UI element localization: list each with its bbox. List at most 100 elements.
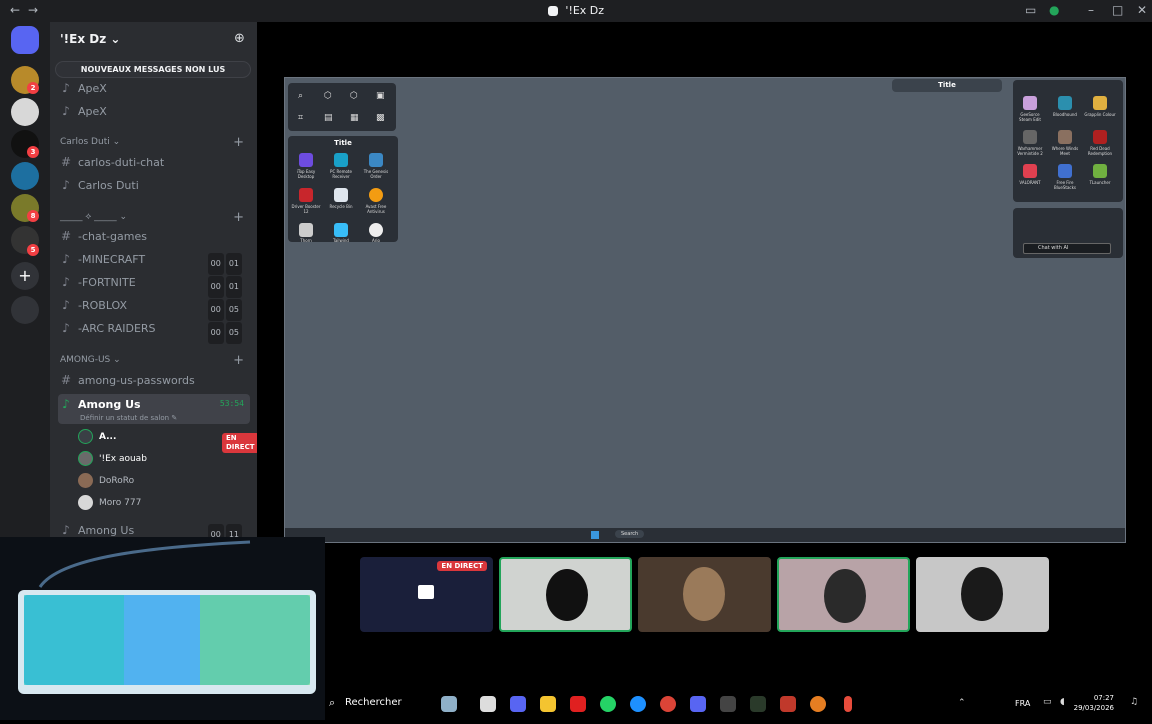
discord-icon[interactable]	[510, 696, 526, 712]
add-server-icon[interactable]: +	[11, 262, 39, 290]
chat-ai-input[interactable]: Chat with AI	[1023, 243, 1111, 254]
cube-icon[interactable]: ⬡	[324, 91, 332, 101]
app-icon[interactable]	[1023, 96, 1037, 110]
app-icon[interactable]	[1023, 164, 1037, 178]
server-icon	[547, 6, 558, 16]
voice-user[interactable]: Moro 777	[78, 494, 248, 512]
app-icon[interactable]	[1023, 130, 1037, 144]
chevron-up-icon[interactable]: ⌃	[958, 698, 966, 708]
maximize-icon[interactable]: □	[1112, 3, 1123, 17]
voice-channel[interactable]: ♪ -ARC RAIDERS 00 05	[58, 318, 250, 344]
search-icon[interactable]: ⌕	[298, 91, 303, 101]
voice-user[interactable]: A... EN DIRECT	[78, 428, 257, 453]
app-icon[interactable]	[369, 153, 383, 167]
taskbar-search[interactable]: Rechercher	[345, 697, 402, 708]
voice-user[interactable]: DoRoRo	[78, 472, 248, 490]
minimize-icon[interactable]: –	[1088, 3, 1094, 17]
app-icon[interactable]	[1093, 130, 1107, 144]
server-icon-2[interactable]	[11, 98, 39, 126]
add-channel-icon[interactable]: +	[233, 353, 244, 368]
app-icon[interactable]	[299, 223, 313, 237]
category-carlos[interactable]: Carlos Duti ⌄ +	[60, 135, 250, 150]
category-games[interactable]: _____ ⟡ _____ ⌄ +	[60, 210, 250, 225]
folder-icon[interactable]: ▣	[376, 91, 385, 101]
remote-search[interactable]: Search	[615, 530, 645, 538]
grid-icon[interactable]: ▩	[376, 113, 385, 123]
widget-icon[interactable]	[441, 696, 457, 712]
voice-channel[interactable]: ♪ Carlos Duti	[58, 175, 250, 195]
microphone-icon[interactable]	[844, 696, 852, 712]
voice-channel[interactable]: ♪ ApeX	[58, 78, 250, 98]
screen-share-view[interactable]: ⌕ ⬡ ⬡ ▣ ⌗ ▤ ▦ ▩ Title iTop Easy Desktop …	[284, 77, 1126, 543]
inbox-icon[interactable]: ▭	[1025, 3, 1036, 17]
add-channel-icon[interactable]: +	[233, 135, 244, 150]
chrome-icon[interactable]	[660, 696, 676, 712]
language-indicator[interactable]: FRA	[1015, 699, 1030, 708]
avatar	[78, 495, 93, 510]
invite-icon[interactable]: ⊕	[234, 31, 245, 46]
app-label: iTop Easy Desktop	[296, 169, 316, 179]
add-channel-icon[interactable]: +	[233, 210, 244, 225]
whatsapp-icon[interactable]	[600, 696, 616, 712]
document-icon[interactable]: ▤	[324, 113, 333, 123]
app-icon[interactable]	[369, 188, 383, 202]
text-channel[interactable]: # -chat-games	[58, 226, 250, 246]
app-icon[interactable]	[299, 188, 313, 202]
task-view-icon[interactable]	[480, 696, 496, 712]
app-icon[interactable]	[1058, 164, 1072, 178]
app-icon[interactable]	[1058, 130, 1072, 144]
help-icon[interactable]: ●	[1049, 3, 1059, 17]
window-title: '!Ex Dz	[565, 4, 605, 17]
discover-icon[interactable]	[11, 296, 39, 324]
app-icon[interactable]	[1058, 96, 1072, 110]
voice-channel[interactable]: ♪ ApeX	[58, 101, 250, 121]
close-icon[interactable]: ✕	[1137, 3, 1147, 17]
hash-icon: #	[60, 155, 72, 169]
cube-icon[interactable]: ⬡	[350, 91, 358, 101]
youtube-icon[interactable]	[570, 696, 586, 712]
avatar	[683, 567, 725, 621]
live-badge: EN DIRECT	[437, 561, 487, 571]
recycle-bin-icon[interactable]	[334, 188, 348, 202]
crop-icon[interactable]: ⌗	[298, 113, 303, 123]
stream-tile[interactable]: EN DIRECT	[360, 557, 493, 632]
voice-channel[interactable]: ♪ -ROBLOX 00 05	[58, 295, 250, 321]
voice-channel[interactable]: ♪ -MINECRAFT 00 01	[58, 249, 250, 275]
app-icon[interactable]	[780, 696, 796, 712]
notification-bell-icon[interactable]: ♫	[1130, 697, 1138, 707]
volume-icon[interactable]: ◖	[1060, 697, 1065, 707]
clock[interactable]: 07:27 29/03/2026	[1074, 693, 1114, 713]
app-icon[interactable]	[369, 223, 383, 237]
edge-icon[interactable]	[630, 696, 646, 712]
app-icon[interactable]	[1093, 164, 1107, 178]
app-icon[interactable]	[334, 223, 348, 237]
app-icon[interactable]	[299, 153, 313, 167]
set-status-link[interactable]: Définir un statut de salon ✎	[80, 408, 177, 428]
active-voice-channel[interactable]: ♪ Among Us 53:54 Définir un statut de sal…	[58, 394, 250, 424]
app-icon[interactable]	[810, 696, 826, 712]
participant-tile[interactable]	[916, 557, 1049, 632]
search-icon[interactable]: ⌕	[329, 696, 335, 710]
category-among-us[interactable]: AMONG-US ⌄ +	[60, 353, 250, 368]
voice-channel[interactable]: ♪ -FORTNITE 00 01	[58, 272, 250, 298]
text-channel[interactable]: # carlos-duti-chat	[58, 152, 250, 172]
participant-tile[interactable]	[638, 557, 771, 632]
server-icon-4[interactable]	[11, 162, 39, 190]
unread-banner[interactable]: NOUVEAUX MESSAGES NON LUS	[55, 61, 251, 78]
discord-home-icon[interactable]	[11, 26, 39, 54]
participant-tile[interactable]	[499, 557, 632, 632]
settings-icon[interactable]	[720, 696, 736, 712]
discord-icon[interactable]	[690, 696, 706, 712]
file-explorer-icon[interactable]	[540, 696, 556, 712]
voice-user[interactable]: '!Ex aouab	[78, 450, 248, 468]
image-icon[interactable]: ▦	[350, 113, 359, 123]
text-channel[interactable]: # among-us-passwords	[58, 370, 250, 390]
windows-icon[interactable]	[591, 531, 599, 539]
participant-tile[interactable]	[777, 557, 910, 632]
app-icon[interactable]	[1093, 96, 1107, 110]
network-icon[interactable]: ▭	[1043, 697, 1052, 707]
terminal-icon[interactable]	[750, 696, 766, 712]
server-name[interactable]: '!Ex Dz ⌄	[60, 32, 120, 46]
mention-badge: 3	[27, 146, 39, 158]
app-icon[interactable]	[334, 153, 348, 167]
